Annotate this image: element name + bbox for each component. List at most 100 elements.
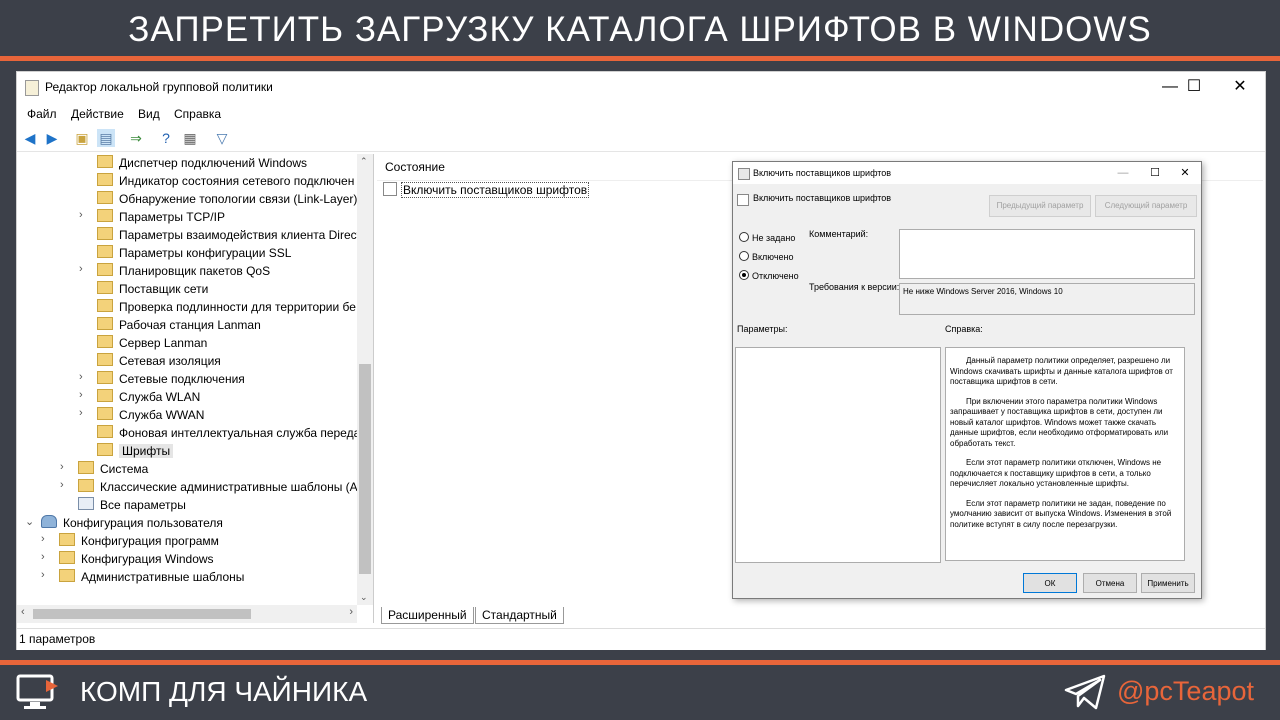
folder-icon — [97, 263, 113, 276]
chevron-right-icon[interactable]: › — [349, 606, 353, 618]
tree-item[interactable]: › Параметры TCP/IP — [79, 209, 225, 227]
tree-item[interactable]: Проверка подлинности для территории бе — [97, 299, 356, 317]
chevron-right-icon[interactable]: › — [41, 551, 45, 563]
menu-action[interactable]: Действие — [71, 107, 124, 121]
menu-help[interactable]: Справка — [174, 107, 221, 121]
scroll-thumb[interactable] — [33, 609, 251, 619]
tree-item[interactable]: Все параметры — [78, 497, 186, 515]
folder-icon — [78, 479, 94, 492]
requirements-label: Требования к версии: — [809, 282, 900, 292]
radio-not-configured[interactable]: Не задано — [739, 232, 795, 243]
close-button[interactable]: ✕ — [1217, 72, 1263, 102]
radio-circle-icon — [739, 232, 749, 242]
params-panel — [735, 347, 941, 563]
window-titlebar: Редактор локальной групповой политики — … — [17, 72, 1265, 102]
requirements-field: Не ниже Windows Server 2016, Windows 10 — [899, 283, 1195, 315]
tree-item[interactable]: Фоновая интеллектуальная служба переда — [97, 425, 360, 443]
tree-vertical-scrollbar[interactable]: ⌃ ⌄ — [357, 154, 373, 605]
show-tree-icon[interactable]: ▤ — [97, 129, 115, 147]
cancel-button[interactable]: Отмена — [1083, 573, 1137, 593]
scroll-thumb[interactable] — [359, 364, 371, 574]
filter-icon[interactable]: ▽ — [213, 129, 231, 147]
tree-item[interactable]: Рабочая станция Lanman — [97, 317, 261, 335]
tree-item[interactable]: › Служба WLAN — [79, 389, 200, 407]
telegram-icon[interactable] — [1064, 674, 1106, 710]
footer-brand: КОМП ДЛЯ ЧАЙНИКА — [80, 676, 368, 707]
tab-standard[interactable]: Стандартный — [475, 607, 564, 624]
menu-view[interactable]: Вид — [138, 107, 160, 121]
dialog-policy-name: Включить поставщиков шрифтов — [753, 193, 892, 203]
tree-item[interactable]: Диспетчер подключений Windows — [97, 155, 307, 173]
chevron-right-icon[interactable]: › — [79, 407, 83, 419]
chevron-right-icon[interactable]: › — [79, 209, 83, 221]
dialog-maximize-button[interactable]: ☐ — [1141, 164, 1169, 182]
requirements-value: Не ниже Windows Server 2016, Windows 10 — [903, 287, 1063, 296]
tree-item[interactable]: Параметры взаимодействия клиента Direct — [97, 227, 360, 245]
folder-icon — [97, 245, 113, 258]
help-paragraph: При включении этого параметра политики W… — [950, 396, 1169, 448]
chevron-down-icon[interactable]: ⌄ — [360, 592, 368, 603]
tree-horizontal-scrollbar[interactable]: ‹ › — [17, 605, 357, 623]
tree-item[interactable]: Параметры конфигурации SSL — [97, 245, 291, 263]
menu-file[interactable]: Файл — [27, 107, 57, 121]
tree-item[interactable]: › Конфигурация программ — [41, 533, 219, 551]
tree-item[interactable]: Сервер Lanman — [97, 335, 207, 353]
tree-item[interactable]: Обнаружение топологии связи (Link-Layer) — [97, 191, 357, 209]
next-setting-button[interactable]: Следующий параметр — [1095, 195, 1197, 217]
folder-icon — [97, 407, 113, 420]
chevron-right-icon[interactable]: › — [79, 263, 83, 275]
radio-enabled[interactable]: Включено — [739, 251, 794, 262]
column-state[interactable]: Состояние — [385, 160, 445, 174]
tree-item[interactable]: Сетевая изоляция — [97, 353, 221, 371]
help-paragraph: Если этот параметр политики не задан, по… — [950, 498, 1172, 529]
folder-icon — [59, 551, 75, 564]
back-arrow-icon[interactable]: ◀ — [21, 129, 39, 147]
folder-icon — [97, 371, 113, 384]
prev-setting-button[interactable]: Предыдущий параметр — [989, 195, 1091, 217]
tree-item[interactable]: Индикатор состояния сетевого подключен — [97, 173, 354, 191]
radio-disabled[interactable]: Отключено — [739, 270, 799, 281]
tree-item[interactable]: › Служба WWAN — [79, 407, 204, 425]
window-title: Редактор локальной групповой политики — [45, 80, 273, 94]
tree-item[interactable]: › Конфигурация Windows — [41, 551, 214, 569]
chevron-right-icon[interactable]: › — [79, 371, 83, 383]
export-list-icon[interactable]: ⇒ — [127, 129, 145, 147]
telegram-handle[interactable]: @pcTeapot — [1117, 676, 1254, 707]
tree-item[interactable]: › Классические административные шаблоны (… — [60, 479, 358, 497]
policy-icon — [738, 168, 750, 180]
chevron-right-icon[interactable]: › — [41, 533, 45, 545]
up-folder-icon[interactable]: ▣ — [73, 129, 91, 147]
dialog-close-button[interactable]: ✕ — [1171, 164, 1199, 182]
properties-icon[interactable]: ▦ — [181, 129, 199, 147]
tree-item[interactable]: Поставщик сети — [97, 281, 208, 299]
radio-circle-icon — [739, 251, 749, 261]
apply-button[interactable]: Применить — [1141, 573, 1195, 593]
chevron-right-icon[interactable]: › — [60, 461, 64, 473]
tree-item-user-config[interactable]: ⌄ Конфигурация пользователя — [25, 515, 223, 533]
maximize-button[interactable]: ☐ — [1171, 72, 1217, 102]
status-text: 1 параметров — [19, 632, 96, 646]
chevron-up-icon[interactable]: ⌃ — [360, 156, 368, 167]
tree-pane: Диспетчер подключений Windows Индикатор … — [17, 154, 374, 623]
comment-label: Комментарий: — [809, 229, 869, 239]
folder-icon — [97, 299, 113, 312]
chevron-down-icon[interactable]: ⌄ — [25, 515, 34, 528]
forward-arrow-icon[interactable]: ▶ — [43, 129, 61, 147]
tree-item-fonts[interactable]: Шрифты — [97, 443, 174, 461]
chevron-right-icon[interactable]: › — [60, 479, 64, 491]
help-icon[interactable]: ? — [157, 129, 175, 147]
chevron-right-icon[interactable]: › — [79, 389, 83, 401]
tree-item[interactable]: › Сетевые подключения — [79, 371, 245, 389]
policy-row[interactable]: Включить поставщиков шрифтов — [383, 182, 590, 198]
chevron-left-icon[interactable]: ‹ — [21, 606, 25, 618]
dialog-minimize-button[interactable]: — — [1109, 164, 1137, 182]
tree-item[interactable]: › Планировщик пакетов QoS — [79, 263, 270, 281]
folder-icon — [59, 569, 75, 582]
chevron-right-icon[interactable]: › — [41, 569, 45, 581]
ok-button[interactable]: ОК — [1023, 573, 1077, 593]
tree-item[interactable]: › Административные шаблоны — [41, 569, 244, 587]
tree-item[interactable]: › Система — [60, 461, 148, 479]
folder-icon — [97, 155, 113, 168]
tab-extended[interactable]: Расширенный — [381, 607, 474, 624]
comment-field[interactable] — [899, 229, 1195, 279]
